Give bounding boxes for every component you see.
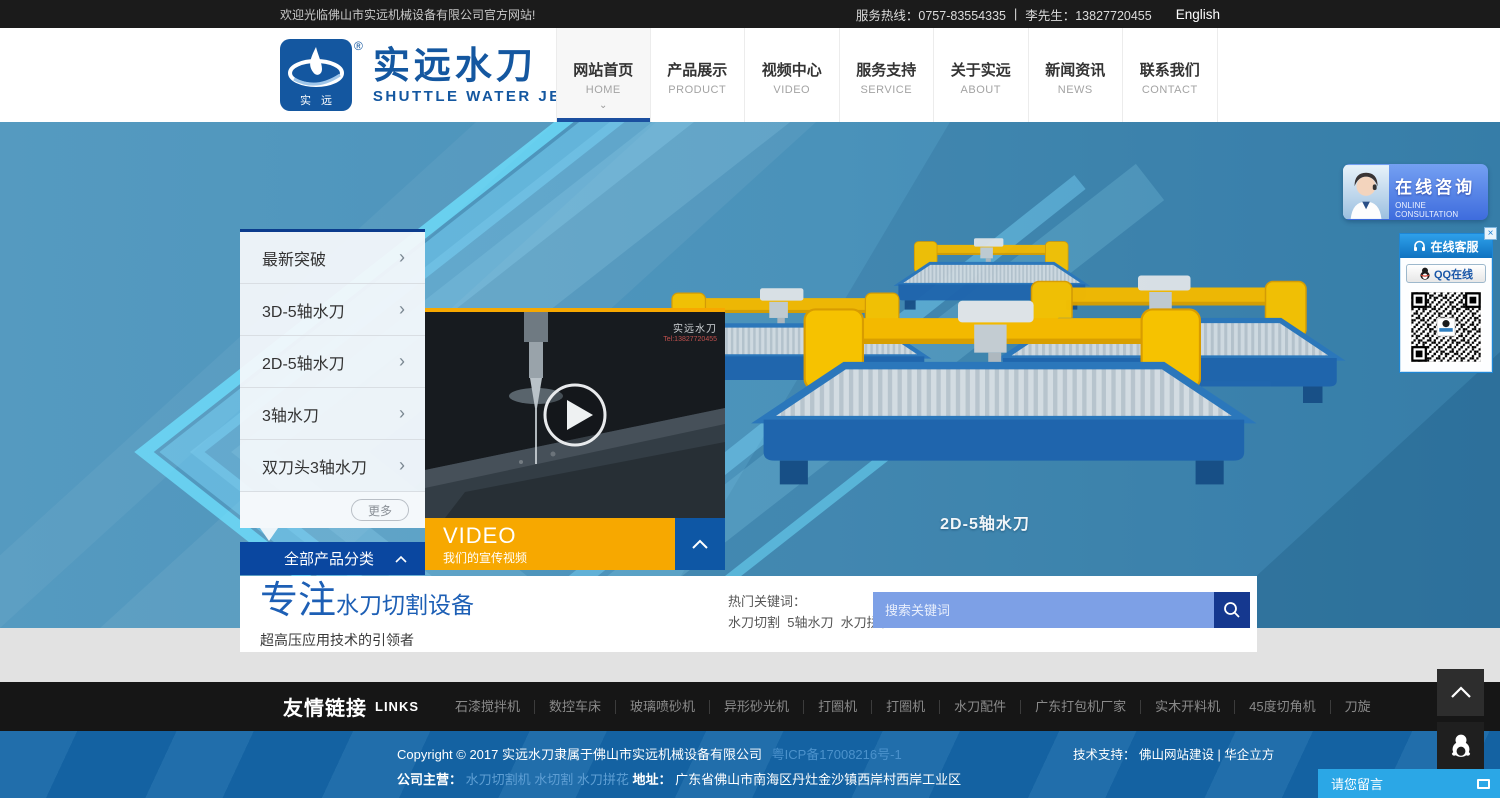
links-list: 石漆搅拌机 数控车床 玻璃喷砂机 异形砂光机 打圈机 打圈机 水刀配件 广东打包… [441,700,1385,714]
intro-slogan: 专注水刀切割设备 超高压应用技术的引领者 [260,581,474,650]
chevron-up-icon [691,539,709,550]
friend-link[interactable]: 异形砂光机 [710,700,804,714]
friend-link[interactable]: 45度切角机 [1235,700,1330,714]
chevron-right-icon: › [399,403,405,424]
chevron-right-icon: › [399,247,405,268]
links-title-en: LINKS [375,699,419,714]
company-address: 广东省佛山市南海区丹灶金沙镇西岸村西岸工业区 [675,772,961,787]
friend-link[interactable]: 水刀配件 [940,700,1021,714]
chevron-up-icon [1450,686,1472,699]
welcome-text: 欢迎光临佛山市实远机械设备有限公司官方网站! [280,6,535,23]
menu-notch [260,528,278,541]
video-caption: VIDEO 我们的宣传视频 [425,518,675,570]
qq-penguin-icon [1450,733,1472,758]
chevron-right-icon: › [399,455,405,476]
close-icon[interactable]: × [1484,227,1497,240]
headset-icon [1413,240,1426,252]
logo[interactable]: 实远 ® 实远水刀 SHUTTLE WATER JET [280,39,573,111]
search-icon [1223,601,1241,619]
search-box [873,592,1250,628]
service-panel-header: 在线客服 [1400,234,1492,258]
support-link-2[interactable]: 华企立方 [1224,748,1274,762]
logo-icon: 实远 [280,39,352,111]
chevron-down-icon: ⌄ [557,102,650,110]
intro-search-strip: 专注水刀切割设备 超高压应用技术的引领者 热门关键词： 水刀切割 5轴水刀 水刀… [240,576,1257,652]
friend-link[interactable]: 实木开料机 [1141,700,1235,714]
back-to-top-button[interactable] [1437,669,1484,716]
qq-online-button[interactable]: QQ在线 [1406,264,1486,283]
business-keywords[interactable]: 水刀切割机 水切割 水刀拼花 [466,772,629,787]
hot-keywords: 热门关键词： 水刀切割 5轴水刀 水刀拼花 [728,591,893,633]
language-switch-english[interactable]: English [1176,7,1220,22]
nav-contact[interactable]: 联系我们 CONTACT [1123,28,1218,122]
hot-keywords-label: 热门关键词： [728,591,893,612]
business-line: 公司主营： 水刀切割机 水切割 水刀拼花 地址： 广东省佛山市南海区丹灶金沙镇西… [397,767,961,792]
category-item-dual3axis[interactable]: 双刀头3轴水刀› [240,440,425,492]
nav-news[interactable]: 新闻资讯 NEWS [1029,28,1124,122]
online-service-panel: × 在线客服 QQ在线 [1399,233,1493,373]
nav-home[interactable]: 网站首页 HOME ⌄ [556,28,651,122]
site-header: 实远 ® 实远水刀 SHUTTLE WATER JET 网站首页 HOME ⌄ … [0,28,1500,122]
registered-mark: ® [354,39,363,53]
friend-link[interactable]: 打圈机 [872,700,940,714]
category-item-3axis[interactable]: 3轴水刀› [240,388,425,440]
service-hotline: 服务热线：0757-83554335 [856,5,1006,24]
chevron-right-icon: › [399,351,405,372]
chevron-up-icon [395,555,407,563]
links-title: 友情链接 [283,692,367,721]
online-consultation-button[interactable]: 在线咨询 ONLINE CONSULTATION [1343,164,1488,220]
hot-keywords-list[interactable]: 水刀切割 5轴水刀 水刀拼花 [728,612,893,633]
nav-video[interactable]: 视频中心 VIDEO [745,28,840,122]
copyright-line: Copyright © 2017 实远水刀隶属于佛山市实远机械设备有限公司 粤I… [397,742,961,767]
brand-name-cn: 实远水刀 [373,47,574,85]
brand-name-en: SHUTTLE WATER JET [373,88,574,105]
slogan-focus: 专注 [260,580,336,622]
qr-center-logo [1437,318,1455,336]
qr-code [1409,290,1483,364]
friend-link[interactable]: 数控车床 [535,700,616,714]
tech-support: 技术支持： 佛山网站建设 | 华企立方 [1073,744,1274,763]
support-link-1[interactable]: 佛山网站建设 [1139,748,1214,762]
topbar: 欢迎光临佛山市实远机械设备有限公司官方网站! 服务热线：0757-8355433… [0,0,1500,28]
category-item-latest[interactable]: 最新突破› [240,232,425,284]
friend-link[interactable]: 石漆搅拌机 [441,700,535,714]
site-footer: Copyright © 2017 实远水刀隶属于佛山市实远机械设备有限公司 粤I… [0,731,1500,798]
main-nav: 网站首页 HOME ⌄ 产品展示 PRODUCT 视频中心 VIDEO 服务支持… [556,28,1218,122]
message-window-icon [1477,779,1490,789]
slogan-rest: 水刀切割设备 [336,592,474,618]
logo-seal-text: 实远 [280,92,352,108]
chevron-right-icon: › [399,299,405,320]
promo-video-block: 实远水刀 Tel:13827720455 VIDEO 我们的宣传视频 [425,308,725,570]
topbar-separator: | [1014,7,1017,21]
more-button[interactable]: 更多 [351,499,409,521]
video-watermark: 实远水刀 Tel:13827720455 [663,320,717,343]
friend-links-bar: 友情链接 LINKS 石漆搅拌机 数控车床 玻璃喷砂机 异形砂光机 打圈机 打圈… [0,682,1500,731]
nav-service[interactable]: 服务支持 SERVICE [840,28,935,122]
qq-penguin-icon [1419,267,1431,280]
copyright-text: Copyright © 2017 实远水刀隶属于佛山市实远机械设备有限公司 [397,747,762,762]
video-thumbnail[interactable]: 实远水刀 Tel:13827720455 [425,308,725,518]
contact-phone: 李先生：13827720455 [1025,5,1151,24]
category-item-3d5axis[interactable]: 3D-5轴水刀› [240,284,425,336]
qq-contact-button[interactable] [1437,722,1484,769]
leave-message-bar[interactable]: 请您留言 [1318,769,1500,798]
slogan-tagline: 超高压应用技术的引领者 [260,630,474,650]
all-categories-bar[interactable]: 全部产品分类 [240,542,425,575]
nav-about[interactable]: 关于实远 ABOUT [934,28,1029,122]
nav-products[interactable]: 产品展示 PRODUCT [651,28,746,122]
category-item-2d5axis[interactable]: 2D-5轴水刀› [240,336,425,388]
icp-link[interactable]: 粤ICP备17008216号-1 [772,747,902,762]
agent-photo [1343,164,1389,220]
friend-link[interactable]: 打圈机 [804,700,872,714]
search-input[interactable] [873,592,1214,628]
banner-machine-label: 2D-5轴水刀 [885,510,1085,534]
product-category-menu: 最新突破› 3D-5轴水刀› 2D-5轴水刀› 3轴水刀› 双刀头3轴水刀› 更… [240,229,425,575]
video-collapse-button[interactable] [675,518,725,570]
friend-link[interactable]: 玻璃喷砂机 [616,700,710,714]
friend-link[interactable]: 刀旋 [1331,700,1385,714]
hero-banner: 2D-5轴水刀 [0,122,1500,628]
search-button[interactable] [1214,592,1250,628]
friend-link[interactable]: 广东打包机厂家 [1021,700,1141,714]
banner-background [0,122,1500,628]
